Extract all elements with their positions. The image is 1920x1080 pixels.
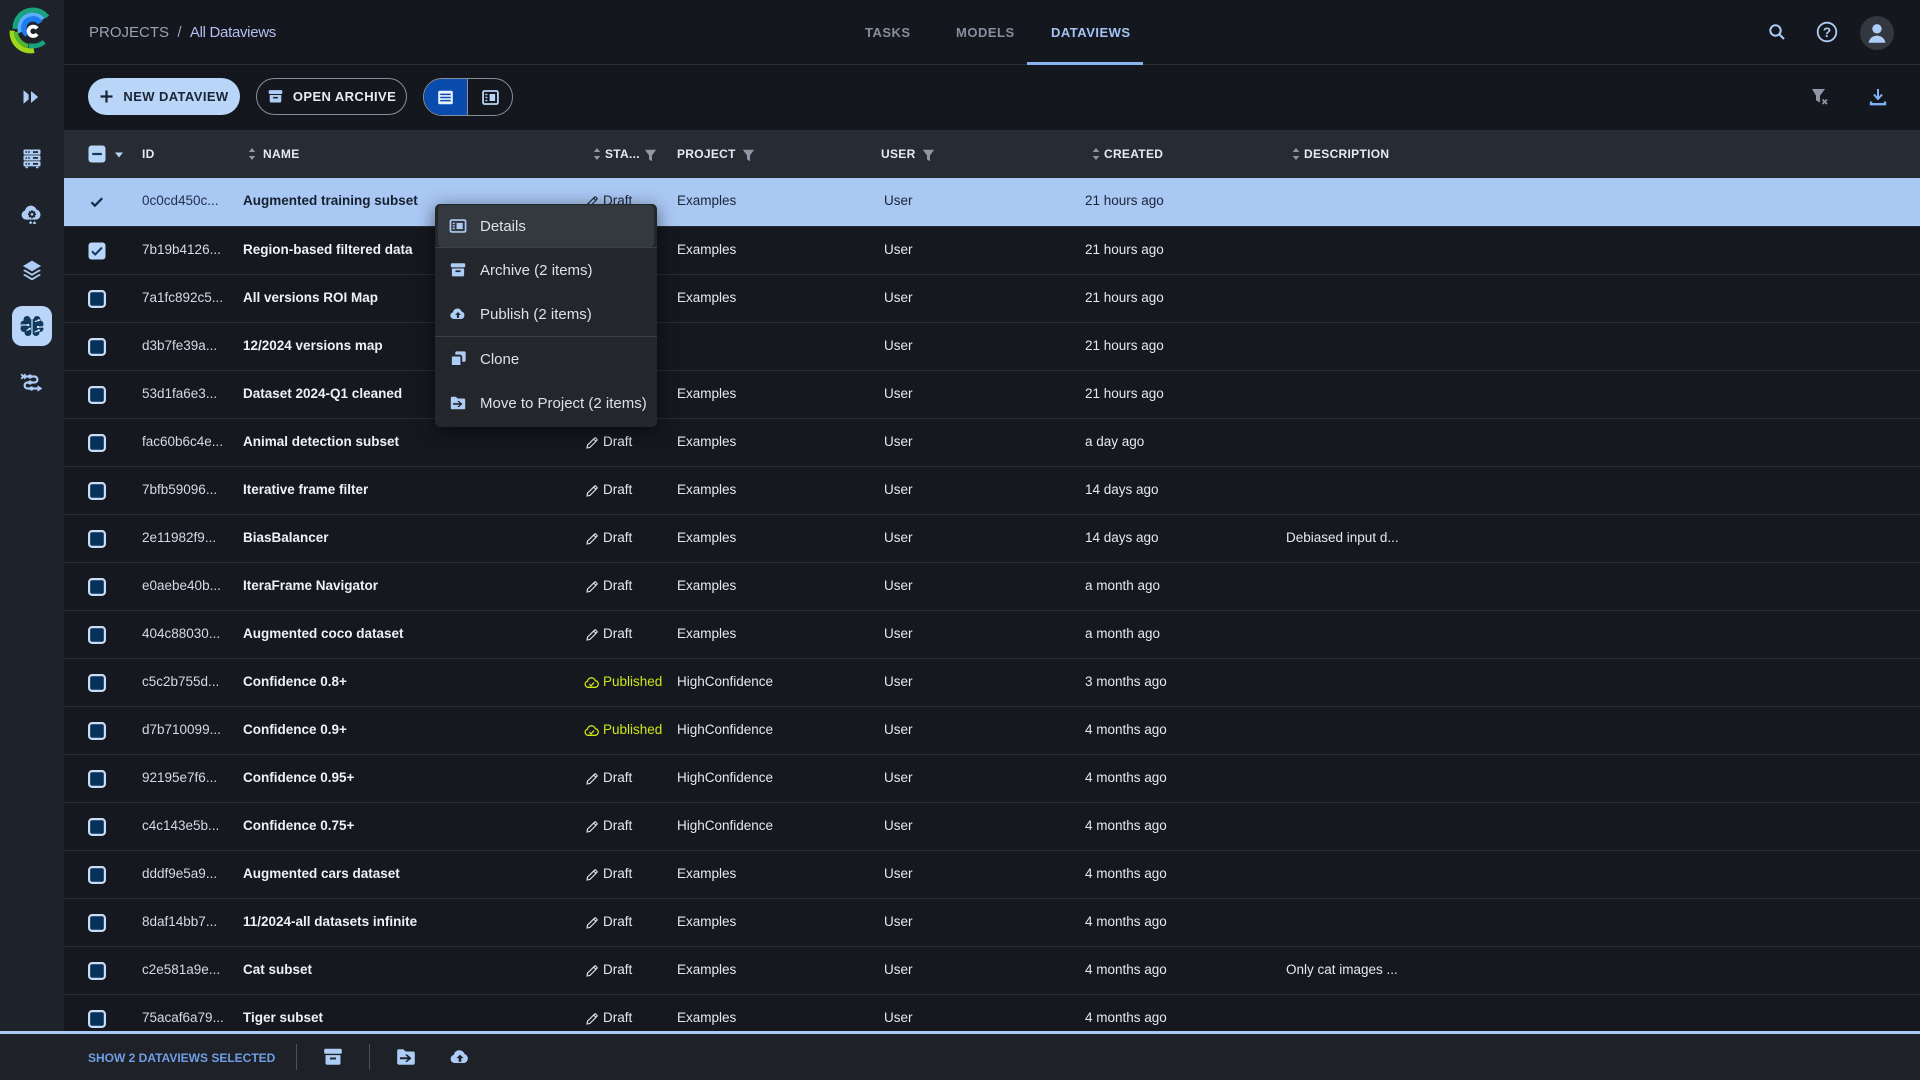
svg-text:?: ? (1823, 25, 1831, 40)
